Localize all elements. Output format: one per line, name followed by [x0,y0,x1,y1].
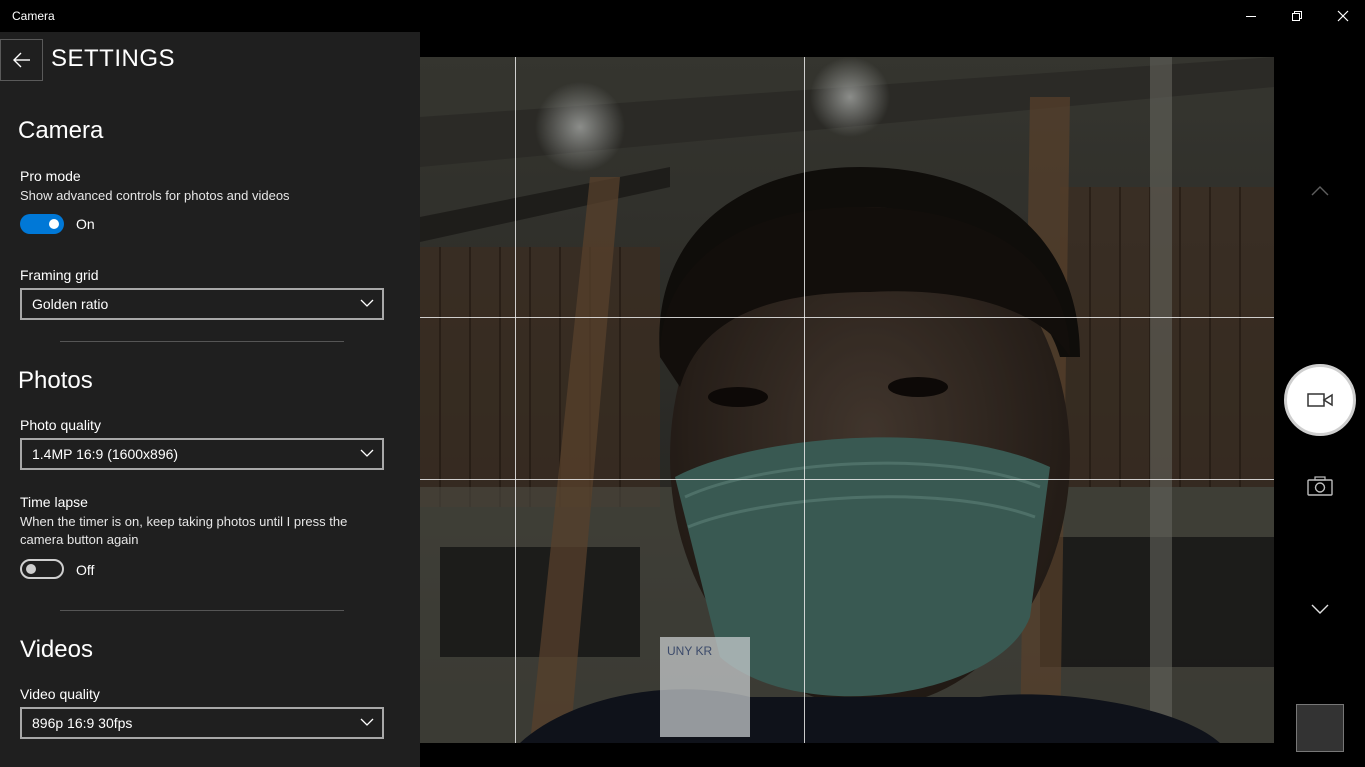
videos-section-heading: Videos [20,636,93,663]
section-divider [60,610,344,611]
close-button[interactable] [1320,0,1365,32]
pro-mode-label: Pro mode [20,168,81,184]
video-camera-icon [1307,393,1333,407]
photo-camera-icon [1307,476,1333,496]
chevron-down-icon [360,449,374,457]
settings-panel: SETTINGS Camera Pro mode Show advanced c… [0,32,420,767]
chevron-down-icon [360,718,374,726]
restore-icon [1292,11,1302,21]
pro-mode-state: On [76,216,95,232]
video-quality-label: Video quality [20,686,100,702]
photo-mode-button[interactable] [1303,472,1337,500]
grid-line-vertical [515,57,516,743]
camera-preview[interactable]: UNY KR [420,57,1274,743]
time-lapse-state: Off [76,562,95,578]
banner-text: UNY KR [667,644,712,658]
framing-grid-value: Golden ratio [32,296,109,312]
framing-grid-dropdown[interactable]: Golden ratio [20,288,384,320]
toggle-knob [49,219,59,229]
camera-roll-thumbnail[interactable] [1296,704,1344,752]
video-quality-dropdown[interactable]: 896p 16:9 30fps [20,707,384,739]
back-arrow-icon [12,52,30,68]
time-lapse-description: When the timer is on, keep taking photos… [20,514,348,547]
scroll-down-button[interactable] [1305,598,1335,620]
minimize-icon [1246,16,1256,17]
photos-section-heading: Photos [18,367,93,394]
camera-section-heading: Camera [18,117,104,144]
section-divider [60,341,344,342]
toggle-knob [26,564,36,574]
photo-quality-dropdown[interactable]: 1.4MP 16:9 (1600x896) [20,438,384,470]
chevron-up-icon [1311,186,1329,196]
preview-image: UNY KR [420,57,1274,743]
settings-title: SETTINGS [51,45,176,72]
pro-mode-toggle[interactable] [20,214,64,234]
photo-quality-label: Photo quality [20,417,101,433]
window-title: Camera [12,9,55,23]
time-lapse-toggle[interactable] [20,559,64,579]
pro-mode-description: Show advanced controls for photos and vi… [20,188,290,203]
chevron-down-icon [360,299,374,307]
scroll-up-button[interactable] [1305,180,1335,202]
chevron-down-icon [1311,604,1329,614]
photo-quality-value: 1.4MP 16:9 (1600x896) [32,446,179,462]
time-lapse-label: Time lapse [20,494,88,510]
back-button[interactable] [0,39,43,81]
title-bar: Camera [0,0,1365,32]
grid-line-horizontal [420,317,1274,318]
grid-line-vertical [804,57,805,743]
record-video-button[interactable] [1284,364,1356,436]
video-quality-value: 896p 16:9 30fps [32,715,133,731]
restore-button[interactable] [1274,0,1320,32]
close-icon [1337,10,1349,22]
framing-grid-label: Framing grid [20,267,99,283]
minimize-button[interactable] [1228,0,1274,32]
grid-line-horizontal [420,479,1274,480]
